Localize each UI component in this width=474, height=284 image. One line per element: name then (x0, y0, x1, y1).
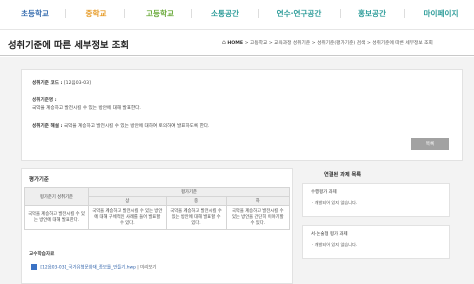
file-icon (31, 264, 37, 270)
performance-task-box: 수행평가 과제 개발되어 있지 않습니다. (302, 183, 450, 217)
nav-middle-school[interactable]: 중학교 (73, 8, 119, 19)
evaluation-title: 평가기준 (29, 177, 49, 183)
explanation-label: 성취기준 해설 : (32, 124, 63, 129)
breadcrumb: ⌂ HOME > 고등학교 > 교육과정 성취기준 > 성취기준(평가기준) 검… (222, 39, 433, 46)
header-group: 평가기준 (88, 187, 290, 197)
nav-divider (65, 9, 66, 18)
nav-divider (124, 9, 125, 18)
linked-tasks-title: 연결된 과제 목록 (324, 172, 362, 178)
nav-communication[interactable]: 소통공간 (199, 8, 251, 19)
code-value: [12음03-03] (63, 81, 91, 86)
essay-task-title: 서·논술형 평가 과제 (311, 232, 348, 237)
nav-mypage[interactable]: 마이페이지 (413, 8, 469, 19)
evaluation-panel: 평가기준 평가준기 성취기준 평가기준 상 중 하 국악을 계승하고 발전시킬 … (21, 168, 293, 284)
statement-value: 국악을 계승하고 발전시킬 수 있는 방안에 대해 발표한다. (32, 106, 141, 111)
attachment-row: [12음03-03]_국가유형문화재_종보를_만들기.hwp | 미리보기 (31, 264, 156, 271)
header-high: 상 (88, 196, 167, 206)
nav-divider (258, 9, 259, 18)
header-low: 하 (225, 196, 291, 206)
preview-link[interactable]: | 미리보기 (137, 266, 156, 271)
essay-task-box: 서·논술형 평가 과제 개발되어 있지 않습니다. (302, 225, 450, 259)
detail-panel: 성취기준 코드 : [12음03-03] 성취기준명 : 국악을 계승하고 발전… (21, 69, 463, 161)
top-navigation: 초등학교 중학교 고등학교 소통공간 연수·연구공간 홍보공간 마이페이지 (0, 0, 474, 30)
title-bar: 성취기준에 따른 세부정보 조회 ⌂ HOME > 고등학교 > 교육과정 성취… (0, 30, 474, 56)
breadcrumb-path: > 고등학교 > 교육과정 성취기준 > 성취기준(평가기준) 검색 > 성취기… (244, 41, 433, 46)
explanation-value: 국악을 계승하고 발전시킬 수 있는 방안에 대하여 토의하여 발표하도록 한다… (63, 124, 210, 129)
table-row: 국악을 계승하고 발전시킬 수 있는 방안에 대해 발표한다. 국악을 계승하고… (24, 205, 291, 230)
home-icon[interactable]: ⌂ (222, 39, 226, 46)
nav-training-research[interactable]: 연수·연구공간 (265, 8, 333, 19)
code-label: 성취기준 코드 : (32, 81, 63, 86)
page-title: 성취기준에 따른 세부정보 조회 (8, 40, 129, 51)
header-mid: 중 (165, 196, 227, 206)
cell-high: 국악을 계승하고 발전시킬 수 있는 방안에 대해 구체적인 사례를 들어 발표… (88, 205, 167, 230)
linked-tasks-panel: 연결된 과제 목록 수행평가 과제 개발되어 있지 않습니다. 서·논술형 평가… (302, 168, 450, 284)
header-standard: 평가준기 성취기준 (24, 187, 89, 206)
attachment-title: 교수학습자료 (29, 252, 55, 257)
evaluation-table: 평가준기 성취기준 평가기준 상 중 하 국악을 계승하고 발전시킬 수 있는 … (24, 187, 291, 230)
cell-standard: 국악을 계승하고 발전시킬 수 있는 방안에 대해 발표한다. (24, 205, 89, 230)
cell-low: 국악을 계승하고 발전시킬 수 있는 방안을 간단히 이야기할 수 있다. (225, 205, 291, 230)
nav-divider (404, 9, 405, 18)
nav-divider (340, 9, 341, 18)
list-button[interactable]: 목록 (411, 138, 449, 150)
essay-task-empty: 개발되어 있지 않습니다. (312, 242, 358, 248)
statement-label: 성취기준명 : (32, 98, 57, 103)
explanation-row: 성취기준 해설 : 국악을 계승하고 발전시킬 수 있는 방안에 대하여 토의하… (32, 123, 210, 129)
cell-mid: 국악을 계승하고 발전시킬 수 있는 방안에 대해 발표할 수 있다. (165, 205, 227, 230)
nav-divider (191, 9, 192, 18)
nav-elementary[interactable]: 초등학교 (10, 8, 60, 19)
nav-high-school[interactable]: 고등학교 (134, 8, 186, 19)
performance-task-empty: 개발되어 있지 않습니다. (312, 200, 358, 206)
performance-task-title: 수행평가 과제 (311, 190, 337, 195)
breadcrumb-home[interactable]: HOME (227, 41, 243, 46)
nav-promotion[interactable]: 홍보공간 (346, 8, 398, 19)
attachment-link[interactable]: [12음03-03]_국가유형문화재_종보를_만들기.hwp (40, 266, 135, 271)
code-row: 성취기준 코드 : [12음03-03] (32, 80, 91, 86)
